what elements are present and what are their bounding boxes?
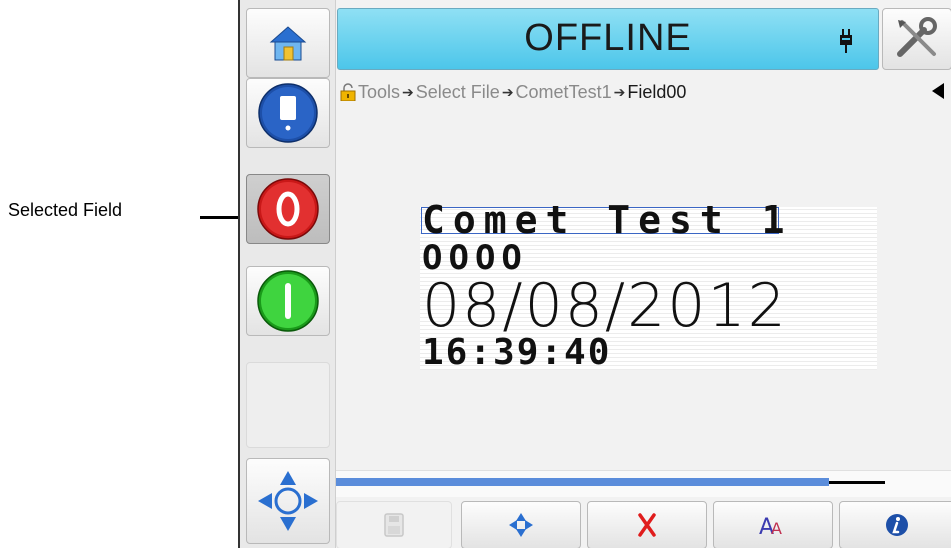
left-sidebar — [240, 0, 336, 548]
scrollbar-end-line — [829, 481, 885, 484]
selected-field-callout: Selected Field — [8, 200, 123, 220]
preview-field-time[interactable]: 16:39:40 — [422, 333, 611, 373]
lock-icon — [340, 83, 356, 101]
stop-icon — [257, 178, 319, 240]
tools-button[interactable] — [882, 8, 951, 70]
stop-button[interactable] — [246, 174, 330, 244]
font-button[interactable]: A A — [713, 501, 833, 548]
save-icon — [384, 513, 404, 537]
start-button[interactable] — [246, 266, 330, 336]
preview-field-text[interactable]: Comet Test 1 — [422, 200, 793, 240]
home-icon — [269, 26, 307, 61]
navigate-icon — [258, 471, 318, 531]
info-icon — [886, 514, 908, 536]
font-icon: A A — [759, 515, 782, 538]
svg-text:A: A — [771, 519, 782, 538]
delete-icon — [638, 513, 656, 537]
start-icon — [257, 270, 319, 332]
scrollbar-thumb[interactable] — [336, 478, 829, 486]
ink-icon — [258, 83, 318, 143]
breadcrumb-item-select-file[interactable]: Select File — [416, 82, 500, 103]
navigate-button[interactable] — [246, 458, 330, 544]
empty-slot — [246, 362, 330, 448]
delete-button[interactable] — [587, 501, 707, 548]
breadcrumb-current: Field00 — [627, 81, 687, 102]
ink-system-button[interactable] — [246, 78, 330, 148]
wrench-screwdriver-icon — [897, 17, 937, 57]
breadcrumb-item-file[interactable]: CometTest1 — [516, 82, 612, 103]
move-button[interactable] — [461, 501, 581, 548]
breadcrumb-arrow-icon: ➔ — [613, 83, 626, 100]
move-icon — [509, 513, 533, 537]
breadcrumb-arrow-icon: ➔ — [501, 83, 514, 100]
printer-screen: OFFLINE Tools ➔ Select File ➔ CometTest1… — [238, 0, 951, 548]
breadcrumb-arrow-icon: ➔ — [402, 83, 414, 100]
save-button[interactable] — [336, 501, 452, 548]
back-arrow-icon[interactable] — [932, 83, 944, 99]
info-button[interactable] — [839, 501, 951, 548]
plug-icon — [840, 29, 852, 53]
status-bar: OFFLINE — [337, 8, 879, 70]
breadcrumb: Tools ➔ Select File ➔ CometTest1 ➔ Field… — [340, 79, 686, 105]
preview-field-date[interactable]: 08/08/2012 — [422, 275, 788, 337]
printer-status: OFFLINE — [524, 17, 692, 59]
home-button[interactable] — [246, 8, 330, 78]
breadcrumb-item-tools[interactable]: Tools — [358, 82, 400, 103]
